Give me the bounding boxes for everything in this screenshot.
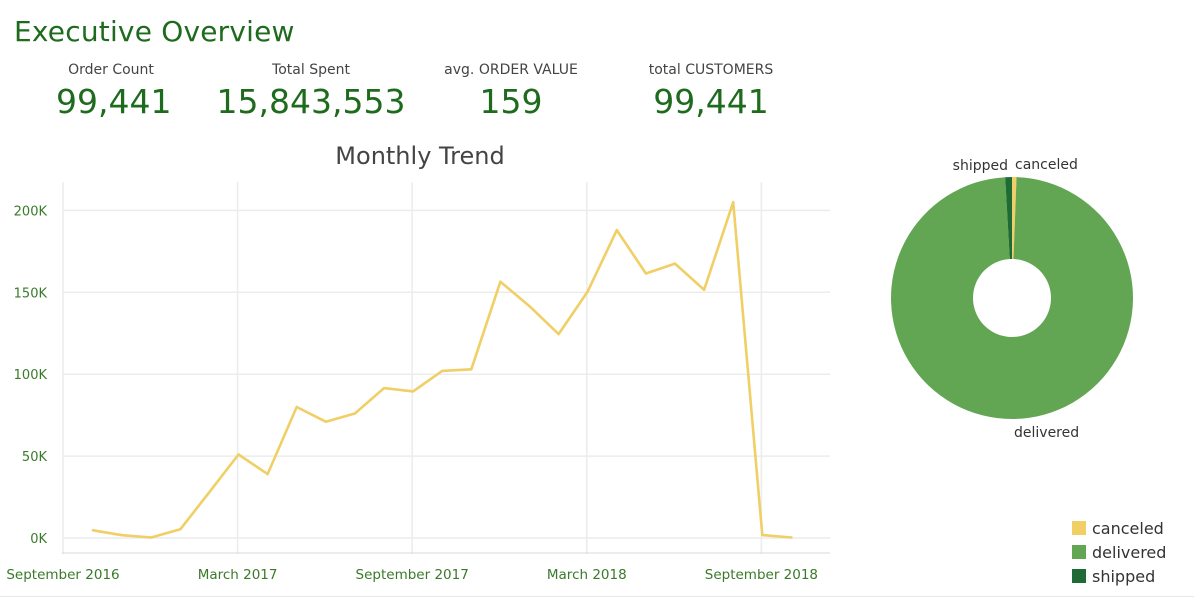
legend-label: shipped bbox=[1092, 566, 1156, 586]
donut-slice-shipped bbox=[1005, 177, 1012, 260]
data-point bbox=[411, 390, 415, 393]
data-point bbox=[615, 228, 618, 232]
monthly-trend-chart: 0K 50K 100K 150K 200K September 2016 March 201… bbox=[6, 182, 830, 583]
data-point bbox=[732, 201, 735, 204]
data-point bbox=[673, 262, 677, 265]
donut-slice-canceled bbox=[1012, 177, 1017, 260]
legend-item-shipped[interactable]: shipped bbox=[1072, 564, 1166, 588]
y-tick-label: 200K bbox=[14, 204, 48, 219]
data-point bbox=[470, 368, 473, 371]
data-point bbox=[586, 290, 589, 293]
data-point bbox=[91, 529, 95, 532]
x-tick-label: September 2016 bbox=[6, 567, 119, 583]
data-point bbox=[208, 490, 211, 494]
legend-swatch-delivered bbox=[1072, 545, 1086, 559]
donut-slice-delivered bbox=[890, 177, 1133, 419]
data-point bbox=[557, 332, 560, 336]
data-point bbox=[761, 533, 764, 537]
data-point bbox=[353, 412, 357, 415]
y-tick-label: 50K bbox=[22, 450, 48, 465]
x-tick-label: September 2018 bbox=[705, 567, 818, 583]
legend-swatch-shipped bbox=[1072, 569, 1086, 583]
x-tick-label: March 2017 bbox=[198, 567, 278, 583]
legend-swatch-canceled bbox=[1072, 521, 1086, 535]
data-point bbox=[266, 472, 269, 476]
x-tick-label: September 2017 bbox=[356, 567, 469, 583]
status-legend: canceled delivered shipped bbox=[1072, 516, 1166, 588]
data-point bbox=[295, 405, 298, 409]
data-point bbox=[150, 536, 153, 539]
slice-label: shipped bbox=[953, 158, 1008, 174]
data-point bbox=[790, 536, 793, 539]
y-tick-label: 150K bbox=[14, 286, 48, 301]
x-tick-label: March 2018 bbox=[547, 567, 627, 583]
legend-item-canceled[interactable]: canceled bbox=[1072, 516, 1166, 540]
data-point bbox=[237, 453, 240, 456]
y-tick-label: 0K bbox=[30, 532, 47, 547]
legend-label: canceled bbox=[1092, 518, 1164, 538]
data-point bbox=[179, 528, 182, 531]
data-point bbox=[441, 369, 444, 373]
slice-label: canceled bbox=[1015, 157, 1078, 173]
data-point bbox=[528, 305, 531, 308]
slice-label: delivered bbox=[1014, 425, 1079, 441]
y-tick-label: 100K bbox=[14, 368, 48, 383]
data-point bbox=[120, 534, 124, 537]
data-point bbox=[644, 272, 648, 275]
bottom-divider bbox=[0, 596, 1194, 597]
legend-item-delivered[interactable]: delivered bbox=[1072, 540, 1166, 564]
legend-label: delivered bbox=[1092, 542, 1167, 562]
data-point bbox=[499, 280, 502, 283]
data-point bbox=[324, 420, 327, 423]
data-point bbox=[382, 386, 386, 390]
data-point bbox=[702, 288, 706, 292]
